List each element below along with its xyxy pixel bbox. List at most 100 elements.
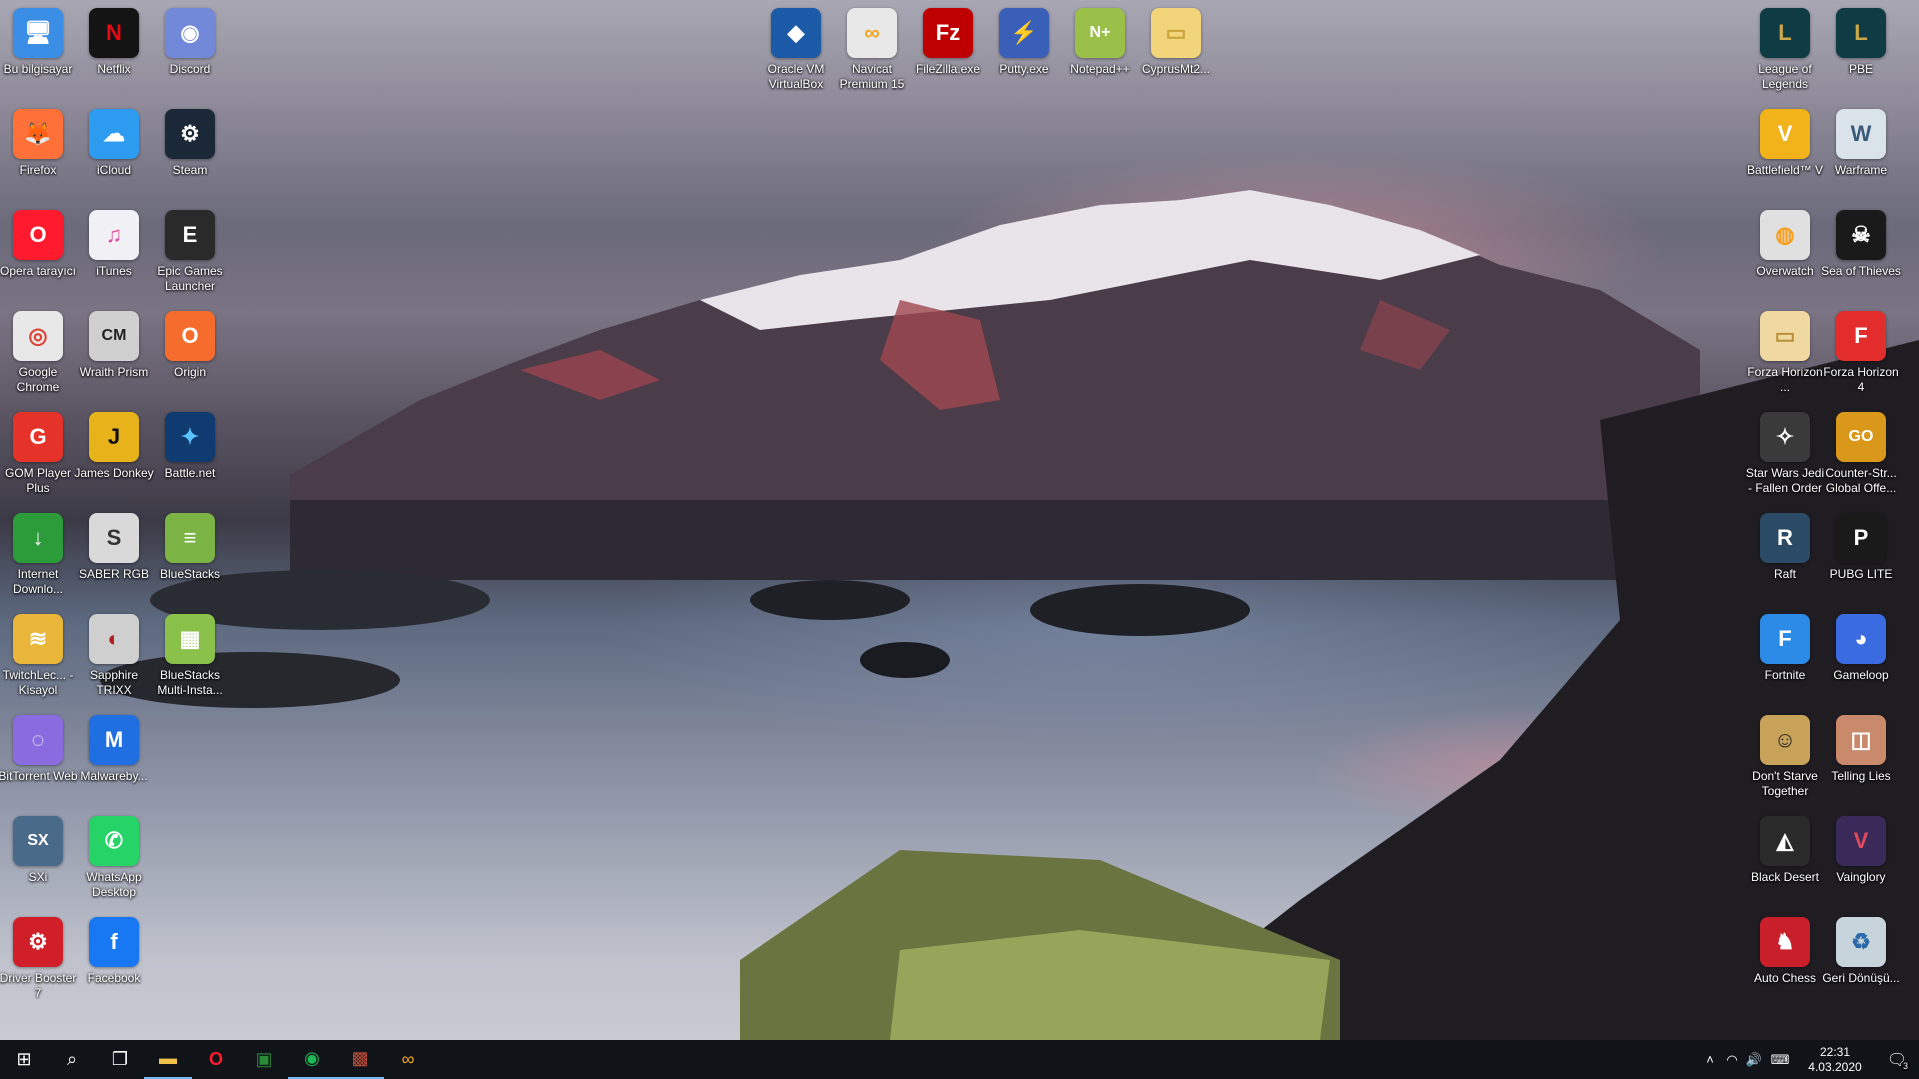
bluestacks-multi-icon: ▦ (165, 614, 215, 664)
desktop-icon-forza-horizon-folder[interactable]: ▭ Forza Horizon ... (1747, 311, 1823, 395)
recycle-bin-icon: ♻ (1836, 917, 1886, 967)
desktop-icon-cyprusmt2-folder[interactable]: ▭ CyprusMt2... (1138, 8, 1214, 77)
search-button[interactable]: ⌕ (48, 1040, 96, 1079)
desktop-icon-discord[interactable]: ◉ Discord (152, 8, 228, 77)
desktop-icon-netflix[interactable]: N Netflix (76, 8, 152, 77)
desktop-icon-recycle-bin[interactable]: ♻ Geri Dönüşü... (1822, 917, 1900, 986)
battlenet-icon: ✦ (165, 412, 215, 462)
desktop-icon-notepadpp[interactable]: N+ Notepad++ (1062, 8, 1138, 77)
desktop-icon-label: Navicat Premium 15 (839, 62, 905, 91)
desktop-icon-forza-horizon-4[interactable]: F Forza Horizon 4 (1823, 311, 1899, 395)
desktop-icon-navicat[interactable]: ∞ Navicat Premium 15 (834, 8, 910, 92)
desktop-icon-saber-rgb[interactable]: S SABER RGB (76, 513, 152, 582)
itunes-icon: ♫ (89, 210, 139, 260)
desktop-icon-label: Firefox (19, 163, 57, 177)
desktop-icon-star-wars-jedi[interactable]: ✧ Star Wars Jedi - Fallen Order (1745, 412, 1825, 496)
desktop-icon-auto-chess[interactable]: ♞ Auto Chess (1747, 917, 1823, 986)
virtualbox-icon: ◆ (771, 8, 821, 58)
desktop-icon-raft[interactable]: R Raft (1747, 513, 1823, 582)
desktop-icon-battlenet[interactable]: ✦ Battle.net (152, 412, 228, 481)
desktop-icon-itunes[interactable]: ♫ iTunes (76, 210, 152, 279)
desktop-icon-opera[interactable]: O Opera tarayıcı (0, 210, 76, 279)
sea-of-thieves-icon: ☠ (1836, 210, 1886, 260)
desktop-icon-gameloop[interactable]: ◕ Gameloop (1823, 614, 1899, 683)
desktop-icon-label: Driver Booster 7 (0, 971, 77, 1000)
desktop-icon-label: GOM Player Plus (4, 466, 71, 495)
forza-horizon-4-icon: F (1836, 311, 1886, 361)
opera-icon: O (208, 1049, 223, 1069)
spotify-icon: ◉ (304, 1048, 320, 1068)
desktop-icon-league-of-legends[interactable]: L League of Legends (1747, 8, 1823, 92)
desktop-icon-google-chrome[interactable]: ◎ Google Chrome (0, 311, 76, 395)
desktop-icon-driver-booster[interactable]: ⚙ Driver Booster 7 (0, 917, 76, 1001)
desktop-icon-pubg-lite[interactable]: P PUBG LITE (1823, 513, 1899, 582)
clock[interactable]: 22:31 4.03.2020 (1795, 1045, 1875, 1075)
task-view-button[interactable]: ❐ (96, 1040, 144, 1079)
desktop: 🖥 Bu bilgisayar N Netflix ◉ Discord 🦊 Fi… (0, 0, 1919, 1040)
desktop-icon-whatsapp[interactable]: ✆ WhatsApp Desktop (76, 816, 152, 900)
network-button[interactable]: ◠ (1721, 1052, 1743, 1068)
taskbar-app-terminal[interactable]: ▣ (240, 1040, 288, 1079)
desktop-icon-internet-download-manager[interactable]: ↓ Internet Downlo... (0, 513, 76, 597)
desktop-icon-bu-bilgisayar[interactable]: 🖥 Bu bilgisayar (0, 8, 76, 77)
desktop-icon-filezilla[interactable]: Fz FileZilla.exe (910, 8, 986, 77)
desktop-icon-black-desert[interactable]: ◭ Black Desert (1747, 816, 1823, 885)
computer-icon: 🖥 (13, 8, 63, 58)
desktop-icon-sxi[interactable]: SX SXi (0, 816, 76, 885)
desktop-icon-label: Star Wars Jedi - Fallen Order (1745, 466, 1825, 495)
taskbar-app-file-explorer[interactable]: ▬ (144, 1040, 192, 1079)
desktop-icon-steam[interactable]: ⚙ Steam (152, 109, 228, 178)
black-desert-icon: ◭ (1760, 816, 1810, 866)
desktop-icon-virtualbox[interactable]: ◆ Oracle VM VirtualBox (758, 8, 834, 92)
desktop-icon-label: PUBG LITE (1829, 567, 1893, 581)
desktop-icon-vainglory[interactable]: V Vainglory (1823, 816, 1899, 885)
volume-button[interactable]: 🔊 (1743, 1052, 1765, 1068)
taskbar-app-spotify[interactable]: ◉ (288, 1040, 336, 1079)
input-language-button[interactable]: ⌨ (1765, 1052, 1795, 1068)
show-hidden-icons-button[interactable]: ˄ (1699, 1052, 1721, 1067)
forza-folder-icon: ▭ (1760, 311, 1810, 361)
clock-time: 22:31 (1819, 1044, 1851, 1059)
desktop-icon-warframe[interactable]: W Warframe (1823, 109, 1899, 178)
desktop-icon-fortnite[interactable]: F Fortnite (1747, 614, 1823, 683)
desktop-icon-bluestacks[interactable]: ≡ BlueStacks (152, 513, 228, 582)
csgo-icon: GO (1836, 412, 1886, 462)
start-button[interactable]: ⊞ (0, 1040, 48, 1079)
desktop-icon-overwatch[interactable]: ◍ Overwatch (1747, 210, 1823, 279)
desktop-icon-label: Warframe (1834, 163, 1888, 177)
epic-games-icon: E (165, 210, 215, 260)
desktop-icon-telling-lies[interactable]: ◫ Telling Lies (1823, 715, 1899, 784)
desktop-icon-icloud[interactable]: ☁ iCloud (76, 109, 152, 178)
taskbar-app-opera[interactable]: O (192, 1040, 240, 1079)
desktop-icon-wraith-prism[interactable]: CM Wraith Prism (76, 311, 152, 380)
telling-lies-icon: ◫ (1836, 715, 1886, 765)
taskbar-app-navicat[interactable]: ∞ (384, 1040, 432, 1079)
desktop-icon-label: Battlefield™ V (1746, 163, 1824, 177)
bluestacks-icon: ≡ (165, 513, 215, 563)
desktop-icon-label: Facebook (87, 971, 141, 985)
desktop-icon-origin[interactable]: O Origin (152, 311, 228, 380)
taskbar-app-game[interactable]: ▩ (336, 1040, 384, 1079)
james-donkey-icon: J (89, 412, 139, 462)
overwatch-icon: ◍ (1760, 210, 1810, 260)
desktop-icon-james-donkey[interactable]: J James Donkey (74, 412, 154, 481)
desktop-icon-epic-games[interactable]: E Epic Games Launcher (152, 210, 228, 294)
desktop-icon-pbe[interactable]: L PBE (1823, 8, 1899, 77)
desktop-icon-firefox[interactable]: 🦊 Firefox (0, 109, 76, 178)
desktop-icon-bluestacks-multi-instance[interactable]: ▦ BlueStacks Multi-Insta... (152, 614, 228, 698)
desktop-icon-facebook[interactable]: f Facebook (76, 917, 152, 986)
desktop-icon-counter-strike[interactable]: GO Counter-Str... Global Offe... (1823, 412, 1899, 496)
desktop-icon-sapphire-trixx[interactable]: ◐ Sapphire TRIXX (76, 614, 152, 698)
desktop-icon-label: Fortnite (1764, 668, 1806, 682)
desktop-icon-battlefield-v[interactable]: V Battlefield™ V (1747, 109, 1823, 178)
system-tray: ˄ ◠ 🔊 ⌨ 22:31 4.03.2020 🗨 3 (1699, 1040, 1919, 1079)
desktop-icon-sea-of-thieves[interactable]: ☠ Sea of Thieves (1821, 210, 1901, 279)
action-center-button[interactable]: 🗨 3 (1875, 1040, 1919, 1079)
desktop-icon-gom-player[interactable]: G GOM Player Plus (0, 412, 76, 496)
desktop-icon-putty[interactable]: ⚡ Putty.exe (986, 8, 1062, 77)
desktop-icon-malwarebytes[interactable]: M Malwareby... (76, 715, 152, 784)
desktop-icon-twitch-leecher[interactable]: ≋ TwitchLec... - Kisayol (0, 614, 76, 698)
desktop-icon-dont-starve-together[interactable]: ☺ Don't Starve Together (1747, 715, 1823, 799)
facebook-icon: f (89, 917, 139, 967)
desktop-icon-bittorrent-web[interactable]: ◌ BitTorrent Web (0, 715, 78, 784)
